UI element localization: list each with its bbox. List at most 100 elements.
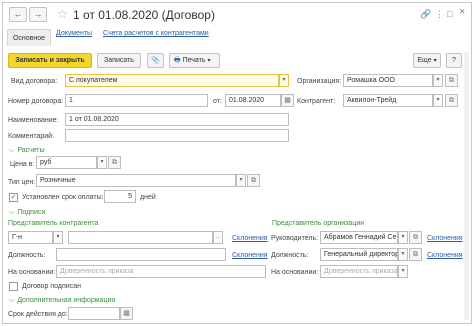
print-button[interactable]: 🖶 Печать ▾ (169, 53, 220, 68)
tab-main[interactable]: Основное (7, 29, 51, 46)
basis-label: На основании: (8, 269, 56, 276)
price-currency-dropdown[interactable]: ▾ (97, 156, 107, 169)
counterparty-position-field[interactable] (56, 248, 226, 261)
price-type-dropdown[interactable]: ▾ (236, 174, 246, 187)
vertical-scrollbar[interactable] (464, 52, 469, 320)
org-declension-link-head[interactable]: Склонения (427, 234, 463, 243)
signatures-section-title: Подписи (17, 209, 46, 216)
more-menu-icon[interactable]: ⋮ (435, 9, 444, 19)
calendar-icon: ▦ (123, 310, 130, 317)
contract-number-field[interactable]: 1 (65, 94, 208, 107)
org-basis-label: На основании: (271, 269, 319, 276)
salutation-dropdown[interactable]: ▾ (53, 231, 63, 244)
validity-calendar-button[interactable]: ▦ (120, 307, 133, 320)
open-link-icon: ⧉ (449, 97, 454, 104)
additional-section-toggle[interactable]: ⌵ Дополнительная информация (9, 296, 115, 305)
date-label: от: (213, 98, 222, 105)
chevron-down-icon: ▾ (401, 251, 405, 257)
counterparty-basis-field[interactable]: Доверенность приказа (56, 265, 266, 278)
price-type-label: Тип цен: (8, 179, 36, 186)
counterparty-field[interactable]: Аквилон-Трейд (343, 94, 433, 107)
more-button[interactable]: Еще ▾ (413, 53, 441, 68)
counterparty-open-button[interactable]: ⧉ (445, 94, 458, 107)
back-button[interactable]: ← (9, 7, 27, 22)
forward-arrow-icon: → (33, 9, 43, 19)
contract-signed-checkbox[interactable] (9, 282, 18, 291)
organization-open-button[interactable]: ⧉ (445, 74, 458, 87)
chevron-down-icon: ▾ (401, 268, 405, 274)
chevron-down-icon: ⌵ (9, 297, 15, 304)
chevron-down-icon: ⌵ (9, 147, 15, 154)
attach-button[interactable]: 📎 (147, 53, 164, 68)
signatures-section-toggle[interactable]: ⌵ Подписи (9, 208, 45, 217)
printer-icon: 🖶 (174, 57, 181, 64)
name-field[interactable]: 1 от 01.08.2020 (65, 113, 289, 126)
org-basis-field[interactable]: Доверенность приказа (320, 265, 398, 278)
tab-documents[interactable]: Документы (56, 29, 92, 46)
counterparty-rep-title: Представитель контрагента (8, 220, 99, 227)
price-currency-field[interactable]: руб (36, 156, 97, 169)
contract-number-label: Номер договора: (8, 98, 64, 105)
chevron-down-icon: ▾ (282, 77, 286, 83)
additional-section-title: Дополнительная информация (17, 297, 116, 304)
price-currency-open-button[interactable]: ⧉ (108, 156, 121, 169)
contract-type-dropdown[interactable]: ▾ (279, 74, 289, 87)
validity-label: Срок действия до: (8, 311, 68, 318)
open-link-icon: ⧉ (413, 234, 418, 241)
position-declension-link[interactable]: Склонения (232, 251, 268, 260)
contract-type-field[interactable]: С покупателем (65, 74, 279, 87)
organization-field[interactable]: Ромашка ООО (343, 74, 433, 87)
organization-dropdown[interactable]: ▾ (433, 74, 443, 87)
validity-date-field[interactable] (68, 307, 120, 320)
save-and-close-button[interactable]: Записать и закрыть (8, 53, 92, 68)
link-icon[interactable]: 🔗 (420, 9, 431, 19)
chevron-down-icon: ▾ (401, 234, 405, 240)
chevron-down-icon: ▾ (100, 159, 104, 165)
salutation-field[interactable]: Г-н (8, 231, 53, 244)
help-button[interactable]: ? (446, 53, 462, 68)
open-link-icon: ⧉ (251, 177, 256, 184)
forward-button[interactable]: → (29, 7, 47, 22)
chevron-down-icon: ▾ (436, 77, 440, 83)
payment-term-days-field[interactable]: 5 (104, 190, 136, 203)
chevron-down-icon: ▾ (436, 97, 440, 103)
chevron-down-icon: ▾ (239, 177, 243, 183)
counterparty-rep-select-button[interactable]: ... (213, 231, 223, 244)
payment-term-label: Установлен срок оплаты: (22, 194, 104, 201)
settlements-section-toggle[interactable]: ⌵ Расчеты (9, 146, 45, 155)
save-button[interactable]: Записать (97, 53, 141, 68)
chevron-down-icon: ▾ (433, 58, 437, 64)
calendar-button[interactable]: ▦ (281, 94, 294, 107)
check-icon: ✓ (10, 194, 17, 201)
organization-label: Организация: (297, 78, 342, 85)
price-type-field[interactable]: Розничные (36, 174, 236, 187)
contract-type-label: Вид договора: (11, 78, 58, 85)
comment-field[interactable] (65, 129, 289, 142)
favorite-star-icon[interactable]: ☆ (57, 7, 68, 21)
open-link-icon: ⧉ (449, 77, 454, 84)
maximize-icon[interactable]: □ (447, 9, 452, 19)
price-type-open-button[interactable]: ⧉ (247, 174, 260, 187)
org-position-open-button[interactable]: ⧉ (409, 248, 422, 261)
close-icon[interactable]: × (459, 7, 465, 18)
tab-settlement-accounts[interactable]: Счета расчетов с контрагентами (103, 29, 209, 46)
org-basis-dropdown[interactable]: ▾ (398, 265, 408, 278)
org-position-field[interactable]: Генеральный директор (320, 248, 398, 261)
page-title: 1 от 01.08.2020 (Договор) (73, 8, 215, 22)
comment-label: Комментарий: (8, 133, 55, 140)
head-open-button[interactable]: ⧉ (409, 231, 422, 244)
head-field[interactable]: Абрамов Геннадий Сер (320, 231, 398, 244)
counterparty-rep-name-field[interactable] (68, 231, 213, 244)
position-label: Должность: (8, 252, 46, 259)
chevron-down-icon: ▾ (207, 58, 211, 64)
org-declension-link-position[interactable]: Склонения (427, 251, 463, 260)
date-field[interactable]: 01.08.2020 (225, 94, 281, 107)
counterparty-declension-link[interactable]: Склонения (232, 234, 268, 243)
head-dropdown[interactable]: ▾ (398, 231, 408, 244)
more-label: Еще (417, 57, 432, 64)
counterparty-dropdown[interactable]: ▾ (433, 94, 443, 107)
settlements-section-title: Расчеты (17, 147, 45, 154)
payment-term-checkbox[interactable]: ✓ (9, 193, 18, 202)
org-position-dropdown[interactable]: ▾ (398, 248, 408, 261)
org-rep-title: Представитель организации (272, 220, 365, 227)
